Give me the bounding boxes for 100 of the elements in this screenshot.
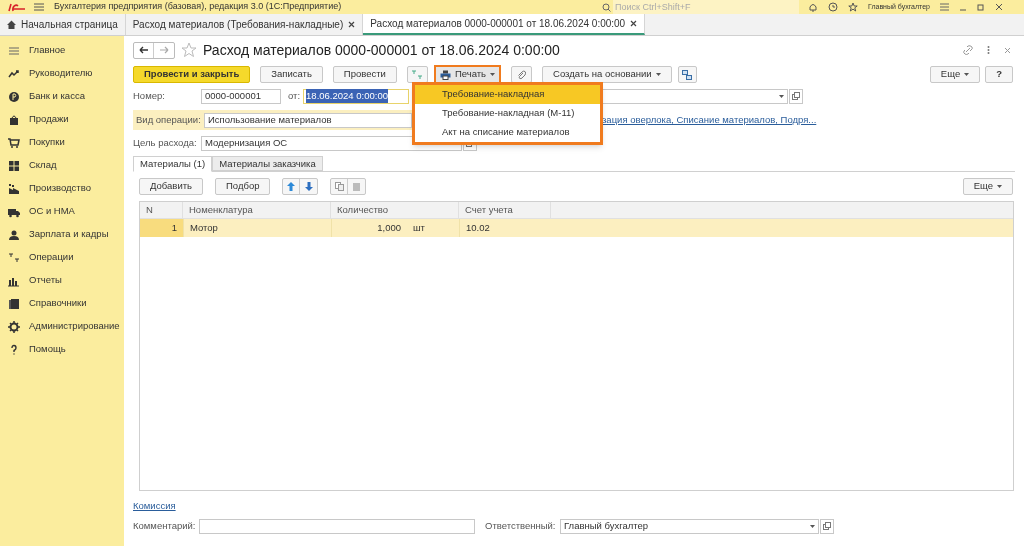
post-and-close-button[interactable]: Провести и закрыть [133,66,251,83]
table-cell: 1 [140,219,183,237]
bell-icon [808,2,818,12]
gear-icon [8,320,20,333]
arrow-up-icon [287,182,296,191]
structure-button[interactable] [677,66,697,83]
field-label: Комментарий: [133,519,197,534]
close-icon [348,21,356,28]
more-button[interactable]: Еще [962,178,1013,195]
more-icon [987,45,990,55]
menu-item[interactable]: Требование-накладная [415,85,600,104]
caret-icon [490,73,495,76]
table-cell: 10.02 [459,219,551,237]
operation-link[interactable]: зация оверлока, Списание материалов, Подря... [602,112,817,128]
copy-icon [334,182,344,191]
sidebar-item[interactable]: Покупки [0,131,124,154]
field-label: от: [288,88,301,103]
caret-icon [964,73,970,76]
sidebar-item[interactable]: Банк и касса [0,85,124,108]
link-icon [963,45,973,55]
field-label: Вид операции: [136,112,202,127]
app-title: Бухгалтерия предприятия (базовая), редакция 3.0 (1С:Предприятие) [54,0,342,14]
logo-icon [8,2,26,12]
arrow-right-icon [159,46,169,54]
open-button[interactable] [820,518,834,534]
field-label: Номер: [133,88,166,103]
menu-icon [8,44,20,57]
caret-icon [655,73,661,76]
field-label: Цель расхода: [133,135,198,150]
star-icon [848,2,858,12]
menu-item[interactable]: Требование-накладная (М-11) [415,104,600,123]
comment-field[interactable] [199,518,475,534]
help-button[interactable]: ? [985,66,1013,83]
sidebar-item[interactable]: Зарплата и кадры [0,223,124,246]
sidebar-item[interactable]: Продажи [0,108,124,131]
table-cell-text: шт [413,220,426,235]
arrow-left-icon [138,46,149,54]
paperclip-icon [517,69,526,80]
search-field[interactable]: Поиск Ctrl+Shift+F [613,0,799,14]
column-header: Номенклатура [183,202,331,218]
field-label: Ответственный: [485,519,557,534]
menu-item[interactable]: Акт на списание материалов [415,123,600,142]
table-cell-text: 1,000 [377,220,401,235]
sidebar-item[interactable]: Помощь [0,338,124,361]
column-header: Счет учета [459,202,551,218]
sidebar-item[interactable]: Склад [0,154,124,177]
sidebar-item[interactable]: ОС и НМА [0,200,124,223]
add-button[interactable]: Добавить [139,178,203,195]
coin-icon [8,90,20,103]
form-title: Расход материалов 0000-000001 от 18.06.2024 0:00:00 [203,40,560,60]
dt-kt-button[interactable] [406,66,428,83]
sidebar-item[interactable]: Руководителю [0,62,124,85]
search-icon [602,2,611,12]
sidebar-item[interactable]: Операции [0,246,124,269]
pick-button[interactable]: Подбор [215,178,271,195]
person-icon [8,228,20,241]
arrow-down-icon [304,182,313,191]
bag-icon [8,113,20,126]
create-based-on-button[interactable]: Создать на основании [542,66,672,83]
sidebar-item[interactable]: Производство [0,177,124,200]
tab[interactable]: Материалы заказчика [212,156,323,171]
tab[interactable]: Расход материалов 0000-000001 от 18.06.2024 0:00:00 [363,14,646,35]
open-icon [823,522,831,531]
menu-icon [34,3,44,11]
factory-icon [8,182,20,195]
maximize-icon [977,3,985,11]
menu-icon [940,3,949,11]
table-cell: Мотор [183,219,331,237]
cart-icon [8,136,20,149]
sidebar-item[interactable]: Справочники [0,292,124,315]
responsible-field[interactable]: Главный бухгалтер [560,518,819,534]
tab[interactable]: Начальная страница [0,14,126,35]
caret-icon [997,185,1002,188]
close-icon [630,20,638,27]
sidebar-item[interactable]: Главное [0,39,124,62]
sidebar-item[interactable]: Администрирование [0,315,124,338]
column-header: N [140,202,183,218]
table-row[interactable]: 1 Мотор 1,000 шт 10.02 [140,219,1013,237]
number-field[interactable]: 0000-000001 [201,88,281,104]
close-icon [995,3,1003,11]
caret-icon [810,524,815,528]
caret-icon [779,94,785,98]
save-button[interactable]: Записать [260,66,323,83]
sidebar-item[interactable]: Отчеты [0,269,124,292]
more-button[interactable]: Еще [929,66,981,83]
date-field[interactable]: 18.06.2024 0:00:00 [303,88,410,104]
tab[interactable]: Материалы (1) [133,156,213,172]
close-icon [1004,46,1011,54]
paste-icon [352,182,362,191]
books-icon [8,297,20,310]
trend-icon [8,67,20,80]
operation-field[interactable]: Использование материалов [204,112,412,128]
open-button[interactable] [789,88,804,104]
help-icon [8,343,20,356]
commission-link[interactable]: Комиссия [133,499,176,514]
history-icon [828,2,838,12]
post-button[interactable]: Провести [332,66,397,83]
column-header: Количество [331,202,459,218]
printer-icon [439,69,451,80]
star-icon [181,42,197,58]
